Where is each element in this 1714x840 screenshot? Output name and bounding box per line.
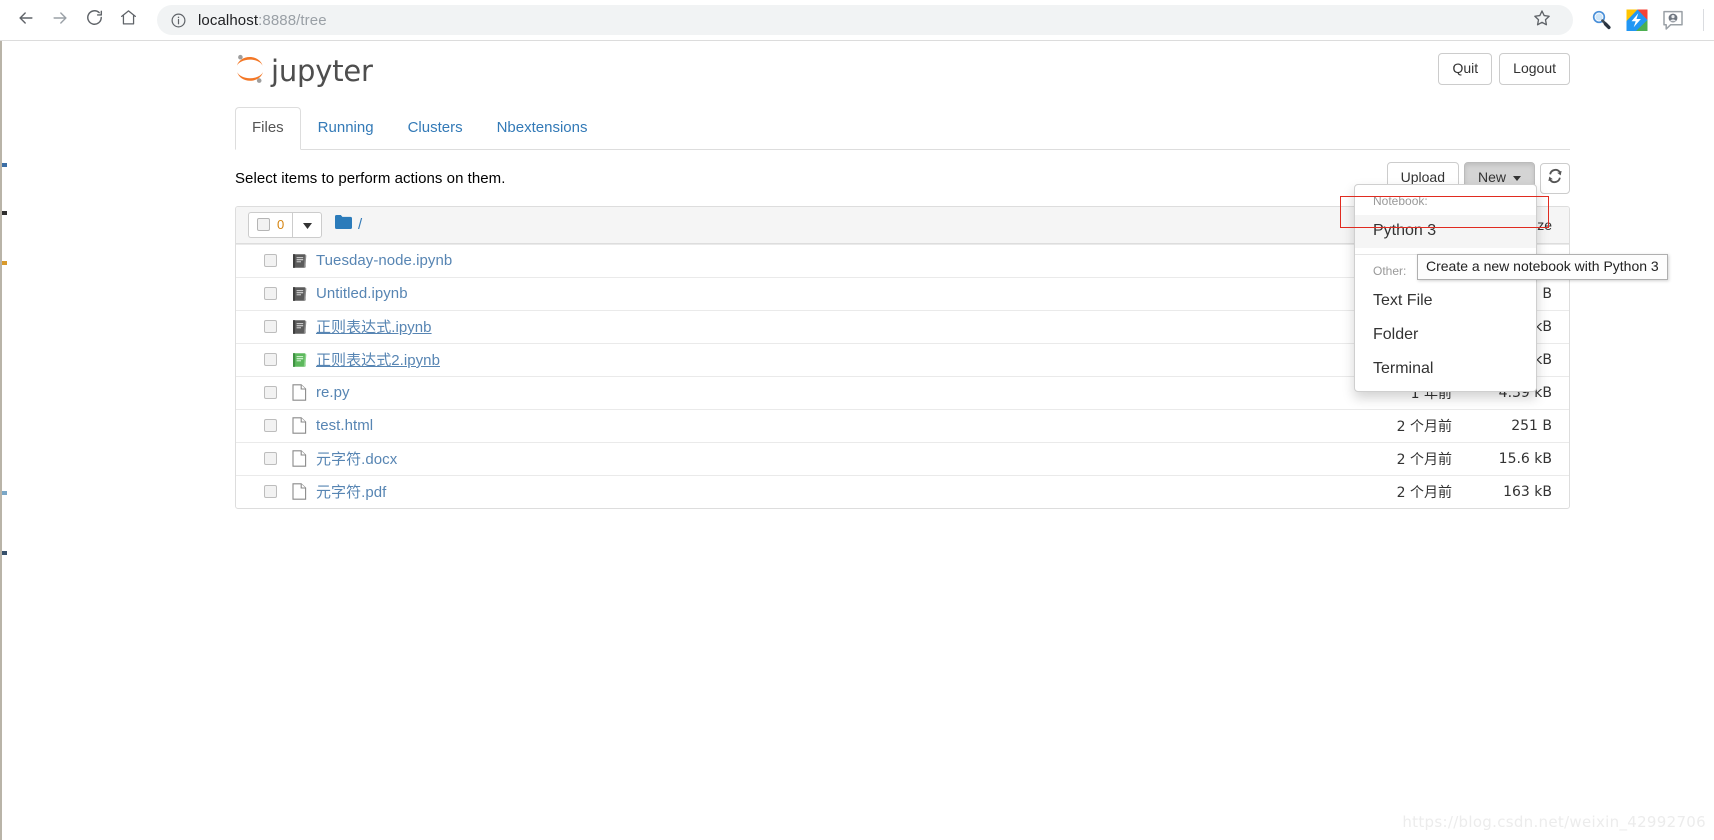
notebook-icon <box>291 285 308 303</box>
file-icon <box>291 483 308 501</box>
selection-dropdown-button[interactable] <box>292 211 322 238</box>
file-size: 251 B <box>1511 417 1552 434</box>
tab-clusters[interactable]: Clusters <box>391 107 480 150</box>
file-size: 163 kB <box>1503 483 1552 500</box>
row-checkbox[interactable] <box>264 419 277 432</box>
row-checkbox[interactable] <box>264 485 277 498</box>
chevron-down-icon <box>1513 176 1521 182</box>
menu-item-folder[interactable]: Folder <box>1355 319 1536 353</box>
row-checkbox[interactable] <box>264 452 277 465</box>
tooltip: Create a new notebook with Python 3 <box>1417 254 1668 280</box>
browser-toolbar: localhost:8888/tree <box>0 0 1714 41</box>
dropdown-section-notebook: Notebook: <box>1373 194 1428 208</box>
quit-button[interactable]: Quit <box>1438 52 1493 86</box>
table-row[interactable]: 元字符.docx 2 个月前 15.6 kB <box>236 441 1569 475</box>
file-name-link[interactable]: 元字符.pdf <box>316 481 386 502</box>
new-button-label: New <box>1477 169 1506 186</box>
address-bar[interactable]: localhost:8888/tree <box>157 5 1573 35</box>
chevron-down-icon <box>302 216 312 234</box>
magnifier-extension-icon[interactable] <box>1589 8 1613 32</box>
file-name-link[interactable]: Tuesday-node.ipynb <box>316 252 452 269</box>
file-icon <box>291 384 308 402</box>
notebook-running-icon <box>291 351 308 369</box>
row-checkbox[interactable] <box>264 320 277 333</box>
jupyter-logo[interactable]: jupyter <box>235 52 373 86</box>
select-all-checkbox[interactable] <box>257 218 270 231</box>
row-checkbox[interactable] <box>264 254 277 267</box>
logout-button[interactable]: Logout <box>1499 52 1570 86</box>
colorful-grid-extension-icon[interactable] <box>1625 8 1649 32</box>
background-window-edge <box>0 41 7 840</box>
bookmark-star-icon <box>1532 8 1552 33</box>
toolbar-divider <box>1703 9 1704 31</box>
row-checkbox[interactable] <box>264 386 277 399</box>
file-name-link[interactable]: test.html <box>316 417 373 434</box>
reload-icon <box>85 8 104 32</box>
file-name-link[interactable]: 元字符.docx <box>316 448 397 469</box>
refresh-icon <box>1547 168 1563 189</box>
file-name-link[interactable]: re.py <box>316 384 350 401</box>
site-info-icon[interactable] <box>170 12 187 29</box>
tab-running[interactable]: Running <box>301 107 391 150</box>
selection-control: 0 <box>248 211 322 238</box>
home-button[interactable] <box>111 3 145 37</box>
bookmark-button[interactable] <box>1525 5 1559 35</box>
forward-arrow-icon <box>50 8 70 33</box>
menu-item-python3[interactable]: Python 3 <box>1355 214 1536 249</box>
file-modified-time: 2 个月前 <box>1396 451 1452 468</box>
tab-bar: Files Running Clusters Nbextensions <box>235 107 1570 150</box>
url-text: localhost:8888/tree <box>198 12 327 29</box>
file-name-link[interactable]: 正则表达式.ipynb <box>316 316 432 337</box>
jupyter-logo-text: jupyter <box>271 54 373 88</box>
chat-avatar-extension-icon[interactable] <box>1661 8 1685 32</box>
file-modified-time: 2 个月前 <box>1396 484 1452 501</box>
menu-item-terminal[interactable]: Terminal <box>1355 353 1536 387</box>
new-dropdown-menu: Notebook: Python 3 Other: Text File Fold… <box>1354 184 1537 393</box>
table-row[interactable]: 元字符.pdf 2 个月前 163 kB <box>236 474 1569 508</box>
header-actions: Quit Logout <box>1438 52 1570 86</box>
file-name-link[interactable]: 正则表达式2.ipynb <box>316 349 440 370</box>
selected-count: 0 <box>277 217 285 232</box>
back-button[interactable] <box>9 3 43 37</box>
watermark: https://blog.csdn.net/weixin_42992706 <box>1402 813 1706 831</box>
breadcrumb-root[interactable]: / <box>358 216 362 233</box>
url-path: :8888/tree <box>258 11 327 29</box>
row-checkbox[interactable] <box>264 353 277 366</box>
file-icon <box>291 417 308 435</box>
select-all-box[interactable]: 0 <box>248 211 292 238</box>
back-arrow-icon <box>16 8 36 33</box>
file-size: 15.6 kB <box>1498 450 1552 467</box>
breadcrumb[interactable]: / <box>335 215 362 234</box>
jupyter-header: jupyter Quit Logout <box>235 41 1570 89</box>
file-name-link[interactable]: Untitled.ipynb <box>316 285 408 302</box>
tab-files[interactable]: Files <box>235 107 301 150</box>
jupyter-page: jupyter Quit Logout Files Running Cluste… <box>0 41 1714 840</box>
row-checkbox[interactable] <box>264 287 277 300</box>
reload-button[interactable] <box>77 3 111 37</box>
menu-item-text-file[interactable]: Text File <box>1355 285 1536 319</box>
notebook-icon <box>291 318 308 336</box>
folder-icon <box>335 215 352 234</box>
refresh-button[interactable] <box>1540 162 1570 194</box>
extensions-area <box>1583 8 1714 32</box>
table-row[interactable]: test.html 2 个月前 251 B <box>236 408 1569 442</box>
home-icon <box>119 8 138 32</box>
tab-nbextensions[interactable]: Nbextensions <box>480 107 605 150</box>
file-modified-time: 2 个月前 <box>1396 418 1452 435</box>
jupyter-logo-icon <box>235 52 265 86</box>
file-icon <box>291 450 308 468</box>
url-host: localhost <box>198 11 259 29</box>
notebook-icon <box>291 252 308 270</box>
selection-hint: Select items to perform actions on them. <box>235 170 506 187</box>
forward-button[interactable] <box>43 3 77 37</box>
